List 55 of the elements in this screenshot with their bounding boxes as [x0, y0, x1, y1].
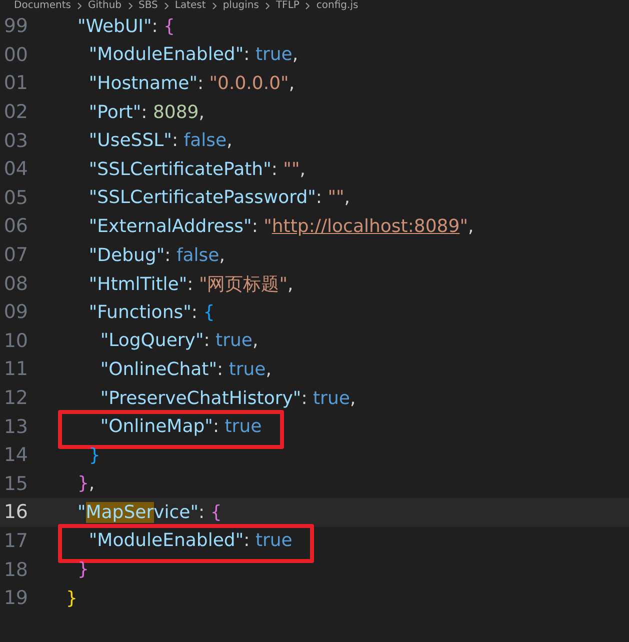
chevron-icon: [128, 2, 133, 10]
chevron-icon: [264, 2, 270, 10]
code-line: "ExternalAddress": "http://localhost:8089",: [88, 216, 474, 237]
line-number: 99: [2, 15, 28, 38]
code-line: "OnlineMap": true: [66, 416, 262, 438]
breadcrumb-item[interactable]: config.js: [316, 0, 358, 12]
line-number: 15: [2, 472, 28, 495]
code-line: }: [66, 588, 78, 609]
code-line: "ModuleEnabled": true: [66, 530, 292, 552]
chevron-icon: [305, 2, 310, 10]
breadcrumb-item[interactable]: plugins: [222, 0, 259, 12]
line-number: 01: [2, 72, 28, 94]
code-line: "Port": 8089,: [88, 102, 204, 123]
line-number: 12: [2, 387, 28, 410]
code-line: "WebUI": {: [76, 16, 175, 37]
line-number: 08: [2, 272, 28, 295]
code-line: "Functions": {: [88, 302, 215, 323]
line-number: 19: [2, 587, 28, 610]
chevron-icon: [77, 2, 82, 10]
code-line: "PreserveChatHistory": true,: [99, 388, 356, 409]
code-line: },: [76, 473, 95, 494]
code-line: "SSLCertificatePassword": "",: [88, 187, 350, 208]
line-number: 16: [2, 501, 28, 524]
breadcrumb-item[interactable]: TFLP: [276, 0, 300, 12]
line-number: 11: [2, 358, 28, 380]
line-number: 13: [2, 416, 28, 438]
line-number: 17: [2, 530, 28, 552]
code-line: "ModuleEnabled": true,: [88, 44, 298, 66]
chevron-icon: [212, 2, 217, 10]
breadcrumb-item[interactable]: SBS: [138, 0, 158, 12]
line-number: 09: [2, 301, 28, 324]
code-line: "OnlineChat": true,: [99, 358, 272, 380]
line-number: 10: [2, 330, 28, 352]
code-line: "LogQuery": true,: [99, 330, 258, 352]
line-number: 05: [2, 186, 28, 209]
line-number: 03: [2, 130, 28, 152]
code-line: "MapService": {: [76, 502, 222, 523]
chevron-icon: [164, 2, 169, 10]
line-number: 06: [2, 215, 28, 238]
breadcrumb-item[interactable]: Documents: [14, 0, 72, 12]
line-number: 14: [2, 444, 28, 466]
code-line: }: [76, 559, 89, 580]
line-number: 02: [2, 101, 28, 124]
code-line: "HtmlTitle": "网页标题",: [88, 272, 294, 296]
line-number: 04: [2, 158, 28, 180]
code-line: "SSLCertificatePath": "",: [88, 158, 306, 180]
line-number: 00: [2, 44, 28, 66]
code-line: "Debug": false,: [88, 244, 225, 266]
code-line: }: [88, 444, 100, 466]
code-line: "UseSSL": false,: [88, 130, 232, 152]
breadcrumb-item[interactable]: Latest: [174, 0, 206, 12]
breadcrumb-item[interactable]: Github: [88, 0, 122, 12]
code-line: "Hostname": "0.0.0.0",: [88, 72, 295, 94]
line-number: 07: [2, 244, 28, 266]
line-number: 18: [2, 558, 28, 581]
